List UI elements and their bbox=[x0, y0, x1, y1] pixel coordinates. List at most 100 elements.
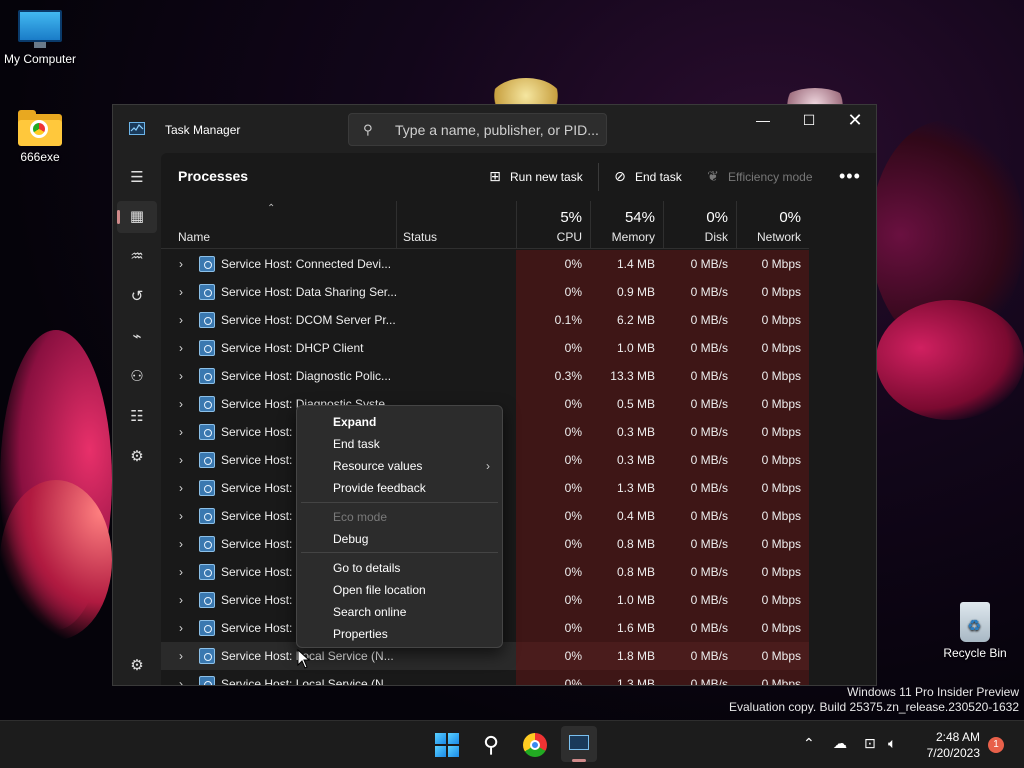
process-memory-value: 1.8 MB bbox=[590, 642, 663, 670]
table-row[interactable]: › Service Host: Diagnostic Polic... 0.3% 13… bbox=[161, 362, 809, 390]
efficiency-mode-button[interactable]: ❦ Efficiency mode bbox=[704, 166, 812, 188]
start-button[interactable] bbox=[431, 729, 463, 761]
memory-total-percent: 54% bbox=[624, 209, 655, 226]
chrome-icon[interactable] bbox=[519, 729, 551, 761]
desktop-icon-recycle-bin[interactable]: ♻ Recycle Bin bbox=[935, 598, 1015, 660]
process-memory-value: 13.3 MB bbox=[590, 362, 663, 390]
process-disk-value: 0 MB/s bbox=[663, 278, 736, 306]
chevron-right-icon[interactable]: › bbox=[179, 453, 183, 467]
chevron-up-icon[interactable]: ⌃ bbox=[803, 735, 815, 752]
table-row[interactable]: › Service Host: Data Sharing Ser... 0% 0.9 … bbox=[161, 278, 809, 306]
chevron-right-icon[interactable]: › bbox=[179, 285, 183, 299]
performance-icon[interactable]: ♒ bbox=[117, 241, 157, 273]
menu-item-expand[interactable]: Expand bbox=[297, 411, 502, 433]
desktop-icon-my-computer[interactable]: My Computer bbox=[0, 10, 80, 66]
column-header-memory[interactable]: 54% Memory bbox=[590, 201, 663, 249]
chevron-right-icon[interactable]: › bbox=[179, 593, 183, 607]
menu-item-go-to-details[interactable]: Go to details bbox=[297, 557, 502, 579]
taskbar: ⚲ ⌃ ☁ ⊡ 🔈︎ 2:48 AM 7/20/2023 1 bbox=[0, 720, 1024, 768]
process-name: Service Host: Connected Devi... bbox=[221, 257, 392, 271]
chevron-right-icon[interactable]: › bbox=[179, 677, 183, 685]
chevron-right-icon[interactable]: › bbox=[179, 481, 183, 495]
startup-apps-icon[interactable]: ⌁ bbox=[117, 321, 157, 353]
chevron-right-icon[interactable]: › bbox=[179, 257, 183, 271]
navigation-rail: ☰ ▦ ♒ ↺ ⌁ ⚇ ☷ ⚙ ⚙ bbox=[113, 153, 161, 685]
run-new-task-button[interactable]: ⊞ Run new task bbox=[486, 166, 583, 188]
processes-icon[interactable]: ▦ bbox=[117, 201, 157, 233]
process-cpu-value: 0.1% bbox=[516, 306, 590, 334]
title-bar[interactable]: Task Manager ⚲ — ☐ ✕ bbox=[113, 105, 876, 153]
folder-icon bbox=[18, 110, 62, 146]
column-header-network[interactable]: 0% Network bbox=[736, 201, 809, 249]
menu-item-eco-mode: Eco mode bbox=[333, 510, 388, 524]
chevron-right-icon[interactable]: › bbox=[179, 649, 183, 663]
clock[interactable]: 2:48 AM 7/20/2023 bbox=[918, 729, 980, 761]
chevron-right-icon[interactable]: › bbox=[179, 397, 183, 411]
process-cpu-value: 0% bbox=[516, 586, 590, 614]
menu-item-search-online[interactable]: Search online bbox=[297, 601, 502, 623]
column-header-name[interactable]: ⌃ Name bbox=[161, 201, 396, 249]
search-box[interactable]: ⚲ bbox=[348, 113, 607, 146]
process-memory-value: 1.3 MB bbox=[590, 670, 663, 685]
window-title: Task Manager bbox=[165, 123, 241, 137]
maximize-button[interactable]: ☐ bbox=[786, 105, 832, 137]
table-row[interactable]: › Service Host: DCOM Server Pr... 0.1% 6.2 … bbox=[161, 306, 809, 334]
search-icon: ⚲ bbox=[363, 122, 373, 137]
desktop-icon-666exe[interactable]: 666exe bbox=[0, 110, 80, 164]
process-cpu-value: 0% bbox=[516, 614, 590, 642]
process-memory-value: 0.3 MB bbox=[590, 446, 663, 474]
menu-item-end-task[interactable]: End task bbox=[297, 433, 502, 455]
menu-item-resource-values[interactable]: Resource values › bbox=[297, 455, 502, 477]
service-host-icon bbox=[199, 676, 215, 685]
menu-item-debug[interactable]: Debug bbox=[297, 528, 502, 550]
service-host-icon bbox=[199, 284, 215, 300]
process-memory-value: 0.3 MB bbox=[590, 418, 663, 446]
search-input[interactable] bbox=[395, 121, 600, 139]
minimize-button[interactable]: — bbox=[740, 105, 786, 137]
mouse-cursor-icon bbox=[297, 649, 311, 669]
service-host-icon bbox=[199, 480, 215, 496]
table-row[interactable]: › Service Host: DHCP Client 0% 1.0 MB 0 MB/s… bbox=[161, 334, 809, 362]
hamburger-menu-icon[interactable]: ☰ bbox=[117, 162, 157, 194]
task-manager-taskbar-button[interactable] bbox=[561, 726, 597, 762]
table-row[interactable]: › Service Host: Local Service (N... 0% 1.3 … bbox=[161, 670, 809, 685]
menu-item-open-file-location[interactable]: Open file location bbox=[297, 579, 502, 601]
process-disk-value: 0 MB/s bbox=[663, 530, 736, 558]
notification-badge[interactable]: 1 bbox=[988, 737, 1004, 753]
details-icon[interactable]: ☷ bbox=[117, 401, 157, 433]
process-network-value: 0 Mbps bbox=[736, 614, 809, 642]
table-row[interactable]: › Service Host: Connected Devi... 0% 1.4 MB… bbox=[161, 250, 809, 278]
service-host-icon bbox=[199, 648, 215, 664]
column-header-disk[interactable]: 0% Disk bbox=[663, 201, 736, 249]
menu-item-provide-feedback[interactable]: Provide feedback bbox=[297, 477, 502, 499]
settings-icon[interactable]: ⚙ bbox=[117, 650, 157, 682]
chevron-right-icon[interactable]: › bbox=[179, 537, 183, 551]
volume-icon[interactable]: 🔈︎ bbox=[888, 735, 896, 752]
chevron-right-icon[interactable]: › bbox=[179, 509, 183, 523]
process-cpu-value: 0% bbox=[516, 278, 590, 306]
app-history-icon[interactable]: ↺ bbox=[117, 281, 157, 313]
chevron-right-icon[interactable]: › bbox=[179, 621, 183, 635]
process-disk-value: 0 MB/s bbox=[663, 418, 736, 446]
cloud-offline-icon[interactable]: ☁ bbox=[833, 735, 847, 752]
more-options-button[interactable]: ••• bbox=[839, 166, 861, 188]
chevron-right-icon[interactable]: › bbox=[179, 565, 183, 579]
network-icon[interactable]: ⊡ bbox=[864, 735, 876, 752]
close-button[interactable]: ✕ bbox=[832, 105, 876, 137]
search-icon[interactable]: ⚲ bbox=[475, 729, 507, 761]
chevron-right-icon[interactable]: › bbox=[179, 369, 183, 383]
users-icon[interactable]: ⚇ bbox=[117, 361, 157, 393]
process-disk-value: 0 MB/s bbox=[663, 642, 736, 670]
services-icon[interactable]: ⚙ bbox=[117, 441, 157, 473]
chevron-right-icon[interactable]: › bbox=[179, 341, 183, 355]
chevron-right-icon[interactable]: › bbox=[179, 313, 183, 327]
end-task-button[interactable]: ⊘ End task bbox=[611, 166, 682, 188]
menu-item-properties[interactable]: Properties bbox=[297, 623, 502, 645]
table-header: ⌃ Name Status 5% CPU 54% Memory 0% Disk … bbox=[161, 201, 809, 249]
process-memory-value: 1.6 MB bbox=[590, 614, 663, 642]
column-header-cpu[interactable]: 5% CPU bbox=[516, 201, 590, 249]
process-disk-value: 0 MB/s bbox=[663, 586, 736, 614]
column-header-status[interactable]: Status bbox=[396, 201, 516, 249]
chevron-right-icon[interactable]: › bbox=[179, 425, 183, 439]
desktop-icon-label: Recycle Bin bbox=[943, 646, 1007, 660]
